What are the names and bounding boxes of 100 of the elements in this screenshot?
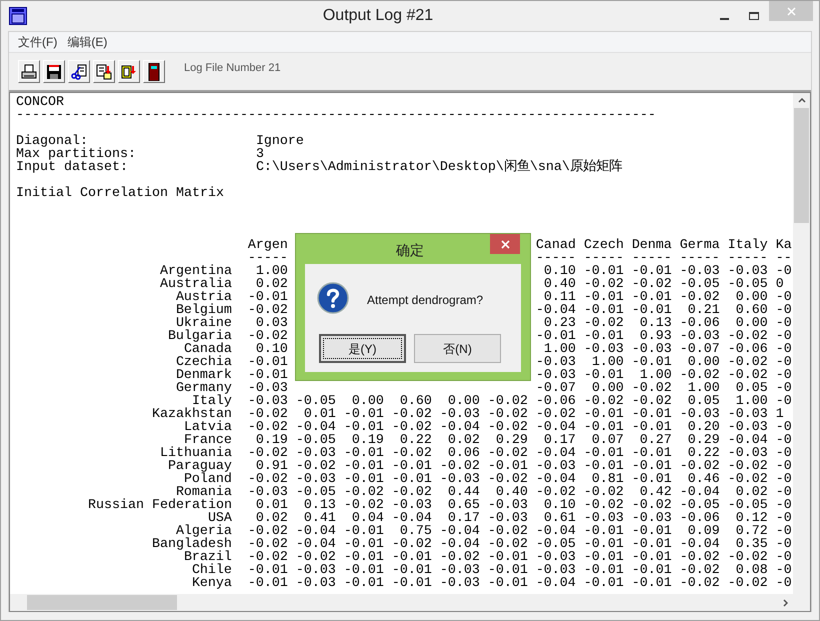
toolbar-button[interactable] — [143, 60, 165, 83]
toolbar-button[interactable] — [18, 60, 40, 83]
matrix-cell-text: -0.02 — [630, 278, 672, 291]
row-label: Brazil — [182, 551, 232, 564]
matrix-cell-text: -0.03 — [438, 408, 480, 421]
matrix-cell-text: 0.02 — [256, 278, 288, 291]
row-label: Denmark — [174, 369, 232, 382]
matrix-cell-text: -0.01 — [486, 551, 528, 564]
matrix-cell-text: -0.02 — [246, 330, 288, 343]
matrix-cell-text: -0.04 — [438, 525, 480, 538]
column-header: Denma — [630, 239, 672, 252]
matrix-cell-text: -0.01 — [630, 538, 672, 551]
matrix-cell-text: 0.60 — [400, 395, 432, 408]
setting-value: 3 — [256, 148, 264, 161]
matrix-cell-text: -0.02 — [246, 304, 288, 317]
matrix-cell-text: -0.01 — [342, 473, 384, 486]
matrix-cell-text: -0.01 — [630, 304, 672, 317]
row-label: Italy — [192, 395, 232, 408]
horizontal-scrollbar[interactable] — [10, 594, 810, 611]
matrix-cell-text: 0.17 — [544, 434, 576, 447]
matrix-cell-text: -0.01 — [582, 525, 624, 538]
matrix-cell-text: 0.05 — [688, 395, 720, 408]
matrix-cell-text: -0.02 — [726, 356, 768, 369]
matrix-cell-text: 0.01 — [304, 408, 336, 421]
row-label: France — [184, 434, 232, 447]
matrix-cell-text: -0.06 — [678, 512, 720, 525]
matrix-cell-text: -0.03 — [246, 395, 288, 408]
row-label: Bangladesh — [150, 538, 232, 551]
scrollbar-thumb[interactable] — [794, 108, 809, 223]
row-label: Belgium — [174, 304, 232, 317]
matrix-cell-text: 0.40 — [496, 486, 528, 499]
matrix-cell-text: -0.02 — [726, 369, 768, 382]
toolbar-button[interactable] — [43, 60, 65, 83]
menu-item[interactable]: 文件(F) — [15, 33, 60, 51]
matrix-cell-text: 0.23 — [544, 317, 576, 330]
header-rule: ----- — [726, 252, 768, 265]
row-label: Russian Federation — [86, 499, 232, 512]
matrix-cell-text: -0.03 — [726, 265, 768, 278]
matrix-cell-text: -0.01 — [630, 421, 672, 434]
matrix-cell-text: -0.03 — [534, 460, 576, 473]
matrix-cell-text: -0.01 — [630, 291, 672, 304]
matrix-cell-text: -0.04 — [678, 486, 720, 499]
matrix-cell-text: -0.03 — [678, 408, 720, 421]
matrix-cell-text: -0.05 — [726, 499, 768, 512]
matrix-cell-text: -0.02 — [678, 369, 720, 382]
dialog-close-button[interactable] — [490, 234, 520, 254]
matrix-cell-text: -0.01 — [582, 304, 624, 317]
matrix-cell-text: -0.04 — [534, 447, 576, 460]
matrix-cell-text: 0.44 — [446, 486, 480, 499]
vertical-scrollbar[interactable] — [793, 93, 810, 594]
matrix-cell-text: 0.02 — [256, 512, 288, 525]
scissors-document-icon — [71, 64, 87, 80]
matrix-cell-text: -0.03 — [678, 330, 720, 343]
matrix-cell-text: -0.01 — [246, 369, 288, 382]
matrix-cell-text: -0.01 — [630, 564, 672, 577]
matrix-cell-text: 0.11 — [544, 291, 576, 304]
matrix-cell-text: 0.13 — [638, 317, 672, 330]
row-label: Latvia — [182, 421, 232, 434]
matrix-cell-text: 0 — [774, 278, 784, 291]
matrix-cell-text: -0 — [774, 356, 792, 369]
matrix-cell-text: -0.01 — [342, 460, 384, 473]
matrix-cell-text: -0.04 — [390, 512, 432, 525]
matrix-cell-text: 1.00 — [254, 265, 288, 278]
matrix-cell-text: -0.04 — [294, 421, 336, 434]
matrix-cell-text: -0.01 — [630, 356, 672, 369]
toolbar-button[interactable] — [68, 60, 90, 83]
matrix-cell-text: -0.02 — [246, 473, 288, 486]
question-icon — [317, 282, 349, 314]
matrix-cell-text: -0.06 — [678, 317, 720, 330]
matrix-cell-text: 0.93 — [640, 330, 672, 343]
matrix-cell-text: -0.01 — [246, 564, 288, 577]
setting-label: Diagonal: — [16, 135, 88, 148]
dialog-button[interactable]: 否(N) — [414, 334, 501, 363]
app-icon — [9, 7, 27, 25]
matrix-cell-text: -0.05 — [294, 434, 336, 447]
toolbar-button[interactable] — [118, 60, 140, 83]
matrix-cell-text: -0.01 — [342, 447, 384, 460]
scrollbar-thumb[interactable] — [27, 595, 177, 610]
toolbar-button[interactable] — [93, 60, 115, 83]
matrix-cell-text: 0.35 — [736, 538, 768, 551]
matrix-cell-text: -0.03 — [438, 564, 480, 577]
matrix-cell-text: -0.05 — [678, 278, 720, 291]
matrix-cell-text: -0.02 — [294, 460, 336, 473]
matrix-cell-text: 0.00 — [734, 291, 768, 304]
menu-item[interactable]: 编辑(E) — [64, 33, 110, 51]
matrix-cell-text: -0.02 — [246, 447, 288, 460]
matrix-cell-text: -0.04 — [534, 421, 576, 434]
matrix-cell-text: -0.01 — [582, 564, 624, 577]
matrix-cell-text: 0.10 — [256, 343, 288, 356]
matrix-cell-text: -0 — [774, 577, 792, 590]
matrix-cell-text: -0.03 — [438, 473, 480, 486]
dialog-button[interactable]: 是(Y) — [319, 334, 406, 363]
matrix-cell-text: -0.04 — [534, 525, 576, 538]
matrix-cell-text: -0.01 — [390, 564, 432, 577]
matrix-cell-text: -0.02 — [246, 408, 288, 421]
matrix-cell-text: 0.09 — [688, 525, 720, 538]
matrix-cell-text: -0.01 — [342, 408, 384, 421]
matrix-cell-text: -0.06 — [534, 395, 576, 408]
row-label: Algeria — [176, 525, 232, 538]
row-label: Lithuania — [158, 447, 232, 460]
